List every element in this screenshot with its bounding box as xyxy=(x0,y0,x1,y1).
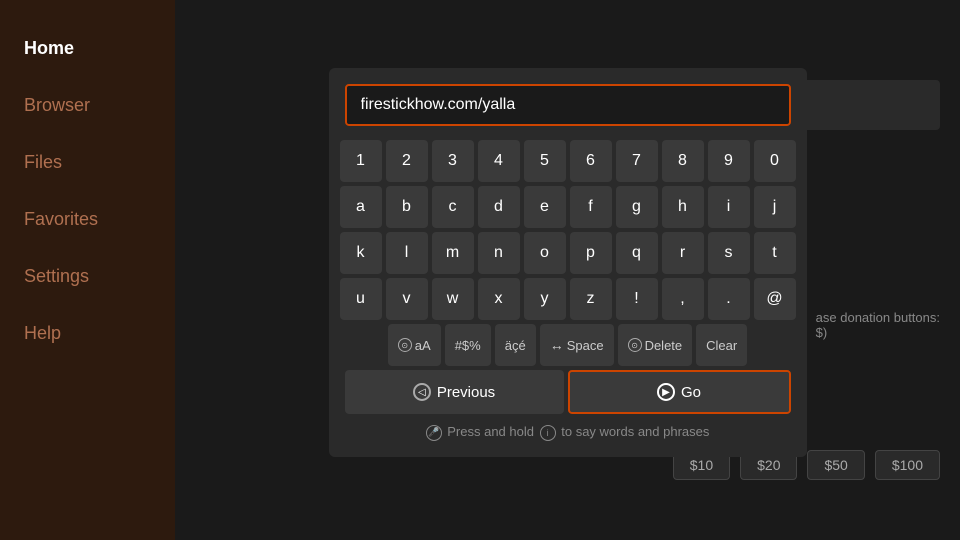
key-r[interactable]: r xyxy=(662,232,704,274)
key-symbols[interactable]: #$% xyxy=(445,324,491,366)
key-w[interactable]: w xyxy=(432,278,474,320)
number-row: 1 2 3 4 5 6 7 8 9 0 xyxy=(345,140,791,182)
key-i[interactable]: i xyxy=(708,186,750,228)
action-row: ◁ Previous ▶ Go xyxy=(345,370,791,414)
key-t[interactable]: t xyxy=(754,232,796,274)
sidebar-item-help[interactable]: Help xyxy=(0,305,175,362)
sidebar-item-favorites[interactable]: Favorites xyxy=(0,191,175,248)
key-h[interactable]: h xyxy=(662,186,704,228)
key-3[interactable]: 3 xyxy=(432,140,474,182)
key-z[interactable]: z xyxy=(570,278,612,320)
key-j[interactable]: j xyxy=(754,186,796,228)
key-delete[interactable]: ⊙ Delete xyxy=(618,324,693,366)
background-donation-text: ase donation buttons: $) xyxy=(816,310,940,340)
key-at[interactable]: @ xyxy=(754,278,796,320)
key-exclaim[interactable]: ! xyxy=(616,278,658,320)
previous-icon: ◁ xyxy=(413,383,431,401)
previous-button[interactable]: ◁ Previous xyxy=(345,370,564,414)
sidebar-item-files[interactable]: Files xyxy=(0,134,175,191)
url-input[interactable] xyxy=(345,84,791,126)
key-s[interactable]: s xyxy=(708,232,750,274)
press-hold-text: 🎤 Press and hold i to say words and phra… xyxy=(345,424,791,441)
key-8[interactable]: 8 xyxy=(662,140,704,182)
mic-icon: 🎤 xyxy=(426,425,442,441)
key-x[interactable]: x xyxy=(478,278,520,320)
key-v[interactable]: v xyxy=(386,278,428,320)
sidebar-item-settings[interactable]: Settings xyxy=(0,248,175,305)
key-accents[interactable]: äçé xyxy=(495,324,536,366)
key-4[interactable]: 4 xyxy=(478,140,520,182)
keyboard-dialog: 1 2 3 4 5 6 7 8 9 0 a b c d e f g h xyxy=(329,68,807,457)
alpha-row-1: a b c d e f g h i j xyxy=(345,186,791,228)
special-row: ⊙ aA #$% äçé ↔ Space ⊙ Delete xyxy=(345,324,791,366)
key-l[interactable]: l xyxy=(386,232,428,274)
key-o[interactable]: o xyxy=(524,232,566,274)
key-a[interactable]: a xyxy=(340,186,382,228)
key-p[interactable]: p xyxy=(570,232,612,274)
key-1[interactable]: 1 xyxy=(340,140,382,182)
key-0[interactable]: 0 xyxy=(754,140,796,182)
key-case-toggle[interactable]: ⊙ aA xyxy=(388,324,441,366)
key-9[interactable]: 9 xyxy=(708,140,750,182)
donation-50[interactable]: $50 xyxy=(807,450,864,480)
main-content: ase donation buttons: $) $10 $20 $50 $10… xyxy=(175,0,960,540)
sidebar-item-home[interactable]: Home xyxy=(0,20,175,77)
alpha-row-2: k l m n o p q r s t xyxy=(345,232,791,274)
key-f[interactable]: f xyxy=(570,186,612,228)
key-y[interactable]: y xyxy=(524,278,566,320)
hold-icon: i xyxy=(540,425,556,441)
key-g[interactable]: g xyxy=(616,186,658,228)
sidebar: Home Browser Files Favorites Settings He… xyxy=(0,0,175,540)
sidebar-item-browser[interactable]: Browser xyxy=(0,77,175,134)
key-6[interactable]: 6 xyxy=(570,140,612,182)
key-m[interactable]: m xyxy=(432,232,474,274)
keyboard: 1 2 3 4 5 6 7 8 9 0 a b c d e f g h xyxy=(345,140,791,366)
key-period[interactable]: . xyxy=(708,278,750,320)
key-d[interactable]: d xyxy=(478,186,520,228)
key-b[interactable]: b xyxy=(386,186,428,228)
go-button[interactable]: ▶ Go xyxy=(568,370,791,414)
alpha-row-3: u v w x y z ! , . @ xyxy=(345,278,791,320)
go-icon: ▶ xyxy=(657,383,675,401)
key-clear[interactable]: Clear xyxy=(696,324,747,366)
key-k[interactable]: k xyxy=(340,232,382,274)
key-c[interactable]: c xyxy=(432,186,474,228)
key-5[interactable]: 5 xyxy=(524,140,566,182)
donation-100[interactable]: $100 xyxy=(875,450,940,480)
key-q[interactable]: q xyxy=(616,232,658,274)
key-2[interactable]: 2 xyxy=(386,140,428,182)
key-comma[interactable]: , xyxy=(662,278,704,320)
key-u[interactable]: u xyxy=(340,278,382,320)
key-n[interactable]: n xyxy=(478,232,520,274)
key-e[interactable]: e xyxy=(524,186,566,228)
key-space[interactable]: ↔ Space xyxy=(540,324,614,366)
key-7[interactable]: 7 xyxy=(616,140,658,182)
